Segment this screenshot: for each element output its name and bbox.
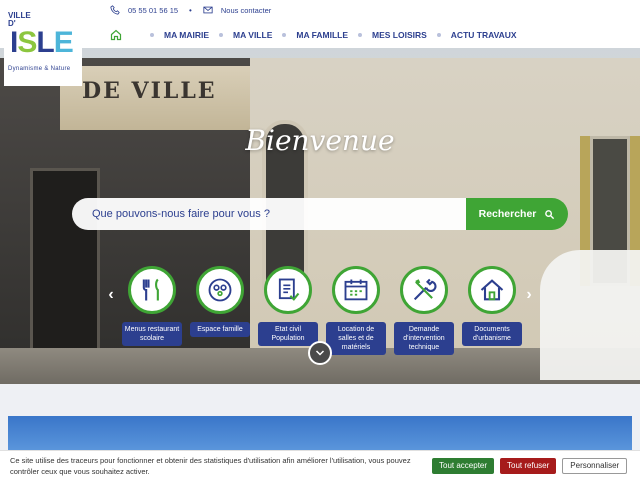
tools-icon — [400, 266, 448, 314]
logo-isle-text: ISLE — [10, 26, 74, 59]
home-icon[interactable] — [110, 29, 122, 41]
nav-separator — [150, 33, 154, 37]
nav-ma-ville[interactable]: MA VILLE — [233, 30, 272, 40]
contact-link[interactable]: Nous contacter — [203, 5, 271, 15]
nav-actu-travaux[interactable]: ACTU TRAVAUX — [451, 30, 517, 40]
shortcut-label: Espace famille — [190, 322, 250, 337]
hero-sign-text: DE VILLE — [82, 78, 217, 104]
utensils-icon — [128, 266, 176, 314]
civil-document-icon — [264, 266, 312, 314]
shortcut-menus-restaurant[interactable]: Menus restaurant scolaire — [122, 264, 184, 360]
hero-banner: DE VILLE Bienvenue Rechercher ‹ › Menus … — [0, 48, 640, 384]
content-banner — [8, 416, 632, 450]
customize-button[interactable]: Personnaliser — [562, 457, 628, 474]
hero-title: Bienvenue — [245, 124, 395, 157]
cookie-banner: Ce site utilise des traceurs pour foncti… — [0, 450, 640, 480]
header-separator: • — [189, 5, 192, 15]
shortcut-label: Documents d'urbanisme — [462, 322, 522, 346]
nav-separator — [436, 33, 441, 37]
phone-link[interactable]: 05 55 01 56 15 — [110, 5, 178, 15]
carousel-prev-arrow[interactable]: ‹ — [104, 287, 118, 303]
shortcut-intervention-technique[interactable]: Demande d'intervention technique — [394, 264, 456, 360]
hero-decoration — [540, 250, 640, 380]
calendar-icon — [332, 266, 380, 314]
nav-ma-mairie[interactable]: MA MAIRIE — [164, 30, 209, 40]
refuse-all-button[interactable]: Tout refuser — [500, 457, 557, 474]
envelope-icon — [203, 6, 213, 14]
search-bar: Rechercher — [72, 198, 568, 230]
site-logo[interactable]: VILLE D' ISLE Dynamisme & Nature — [4, 6, 82, 86]
phone-number: 05 55 01 56 15 — [128, 5, 179, 15]
shortcut-label: Menus restaurant scolaire — [122, 322, 182, 346]
shortcut-espace-famille[interactable]: Espace famille — [190, 264, 252, 360]
search-button[interactable]: Rechercher — [466, 198, 568, 230]
shortcut-label: Location de salles et de matériels — [326, 322, 386, 355]
chevron-down-icon — [315, 350, 325, 356]
carousel-next-arrow[interactable]: › — [522, 287, 536, 303]
search-icon — [545, 209, 555, 219]
scroll-down-button[interactable] — [308, 341, 332, 365]
accept-all-button[interactable]: Tout accepter — [432, 457, 495, 474]
nav-ma-famille[interactable]: MA FAMILLE — [296, 30, 348, 40]
shortcut-documents-urbanisme[interactable]: Documents d'urbanisme — [462, 264, 524, 360]
nav-separator — [219, 33, 224, 37]
logo-tagline: Dynamisme & Nature — [8, 66, 71, 72]
nav-separator — [282, 33, 287, 37]
nav-mes-loisirs[interactable]: MES LOISIRS — [372, 30, 427, 40]
shortcut-label: Etat civil Population — [258, 322, 318, 346]
family-icon — [196, 266, 244, 314]
cookie-text: Ce site utilise des traceurs pour foncti… — [10, 455, 411, 476]
search-input[interactable] — [72, 198, 466, 230]
house-plan-icon — [468, 266, 516, 314]
top-bar: 05 55 01 56 15 • Nous contacter — [0, 0, 640, 20]
shortcut-label: Demande d'intervention technique — [394, 322, 454, 355]
phone-icon — [110, 5, 120, 15]
nav-separator — [358, 33, 362, 37]
contact-label: Nous contacter — [220, 5, 272, 15]
main-nav: MA MAIRIE MA VILLE MA FAMILLE MES LOISIR… — [0, 22, 640, 48]
search-button-label: Rechercher — [478, 208, 537, 220]
shortcut-location-salles[interactable]: Location de salles et de matériels — [326, 264, 388, 360]
